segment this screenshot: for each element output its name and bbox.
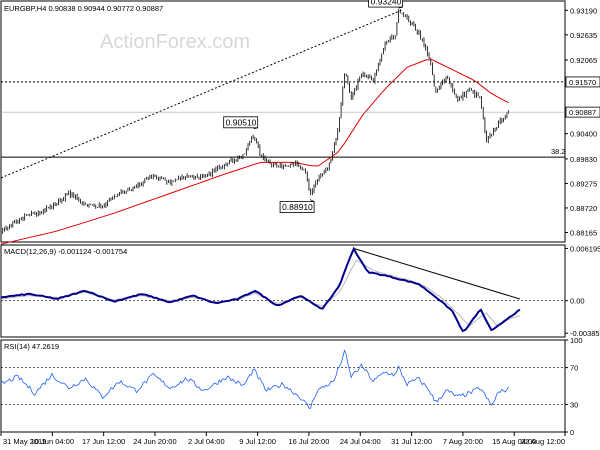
- current-price-label: 0.90887: [569, 108, 596, 117]
- price-ytick-label: 0.89275: [570, 179, 597, 188]
- price-ytick-label: 0.93190: [570, 6, 597, 15]
- x-tick-label: 17 Jun 12:00: [82, 437, 125, 446]
- level-price-label: 0.91570: [569, 78, 596, 87]
- x-tick-label: 22 Aug 12:00: [521, 437, 565, 446]
- x-tick-label: 31 Jul 12:00: [391, 437, 432, 446]
- x-tick-label: 24 Jun 20:00: [133, 437, 176, 446]
- price-ytick-label: 0.89830: [570, 155, 597, 164]
- rsi-ytick-label: 70: [570, 364, 578, 373]
- swing-annotation-label: 0.88910: [282, 202, 313, 212]
- x-tick-label: 16 Jul 20:00: [289, 437, 330, 446]
- price-ytick-label: 0.88165: [570, 228, 597, 237]
- price-ytick-label: 0.88720: [570, 204, 597, 213]
- price-ytick-label: 0.92635: [570, 31, 597, 40]
- x-tick-label: 10 Jun 04:00: [31, 437, 74, 446]
- price-ytick-label: 0.92065: [570, 56, 597, 65]
- macd-ytick-label: 0.006195: [570, 244, 600, 253]
- price-ytick-label: 0.90400: [570, 130, 597, 139]
- forex-chart: ActionForex.com 0.93190 0.92635 0.92065 0.9…: [0, 0, 600, 450]
- chart-background: [0, 0, 600, 450]
- fib-level-label: 38.2: [551, 147, 566, 156]
- rsi-ytick-label: 0: [570, 428, 574, 437]
- rsi-ytick-label: 100: [570, 336, 583, 345]
- chart-root: ActionForex.com 0.93190 0.92635 0.92065 0.9…: [0, 0, 600, 450]
- rsi-ytick-label: 30: [570, 400, 578, 409]
- x-tick-label: 7 Aug 20:00: [443, 437, 483, 446]
- x-tick-label: 9 Jul 12:00: [239, 437, 276, 446]
- swing-annotation-label: 0.90510: [226, 117, 257, 127]
- x-tick-label: 2 Jul 04:00: [188, 437, 225, 446]
- macd-ytick-label: 0.00: [570, 297, 585, 306]
- swing-annotation-label: 0.93240: [371, 0, 402, 7]
- macd-panel-title: MACD(12,26,9) -0.001124 -0.001754: [4, 247, 127, 256]
- price-panel-title: EURGBP,H4 0.90838 0.90944 0.90772 0.9088…: [4, 4, 163, 13]
- watermark: ActionForex.com: [100, 31, 250, 53]
- x-tick-label: 24 Jul 04:00: [340, 437, 381, 446]
- rsi-panel-title: RSI(14) 47.2619: [4, 342, 59, 351]
